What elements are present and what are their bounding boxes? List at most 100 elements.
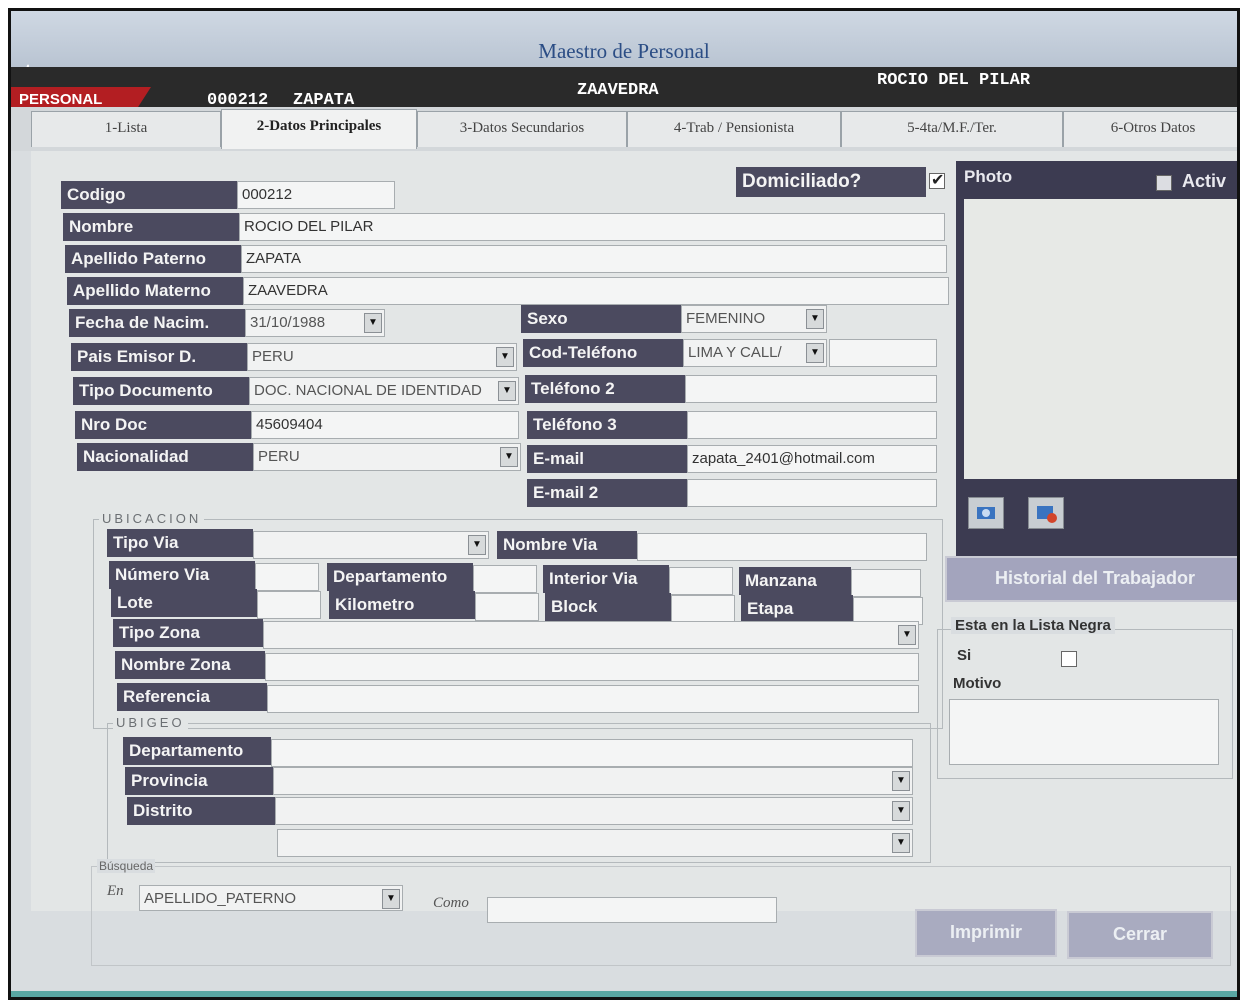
image-delete-icon[interactable]: [1028, 497, 1064, 529]
busqueda-como-input[interactable]: [487, 897, 777, 923]
tipo-via-select[interactable]: ▼: [253, 531, 489, 559]
cod-telefono-label: Cod-Teléfono: [523, 339, 683, 367]
apellido-materno-label: Apellido Materno: [67, 277, 243, 305]
apellido-paterno-input[interactable]: ZAPATA: [241, 245, 947, 273]
chevron-down-icon[interactable]: ▼: [806, 309, 824, 329]
tab-trab-pensionista[interactable]: 4-Trab / Pensionista: [627, 111, 841, 147]
referencia-input[interactable]: [267, 685, 919, 713]
nacionalidad-value: PERU: [258, 448, 300, 465]
ubicacion-title: UBICACION: [99, 511, 205, 526]
imprimir-button[interactable]: Imprimir: [915, 909, 1057, 957]
busqueda-como-label: Como: [433, 895, 469, 911]
chevron-down-icon[interactable]: ▼: [382, 889, 400, 909]
ubigeo-departamento-label: Departamento: [123, 737, 271, 765]
employee-header: PERSONAL 000212 ZAPATA ZAAVEDRA ROCIO DE…: [11, 67, 1237, 113]
motivo-label: Motivo: [953, 675, 1002, 692]
historial-trabajador-button[interactable]: Historial del Trabajador: [945, 556, 1237, 602]
telefono2-input[interactable]: [685, 375, 937, 403]
apellido-paterno-label: Apellido Paterno: [65, 245, 241, 273]
chevron-down-icon[interactable]: ▼: [892, 801, 910, 821]
apellido-materno-input[interactable]: ZAAVEDRA: [243, 277, 949, 305]
pais-emisor-label: Pais Emisor D.: [71, 343, 247, 371]
ubigeo-extra-select[interactable]: ▼: [277, 829, 913, 857]
sexo-label: Sexo: [521, 305, 681, 333]
referencia-label: Referencia: [117, 683, 267, 711]
email2-input[interactable]: [687, 479, 937, 507]
manzana-input[interactable]: [851, 569, 921, 597]
fecha-nacim-picker[interactable]: 31/10/1988 ▼: [245, 309, 385, 337]
chevron-down-icon[interactable]: ▼: [364, 313, 382, 333]
chevron-down-icon[interactable]: ▼: [468, 535, 486, 555]
nacionalidad-select[interactable]: PERU ▼: [253, 443, 521, 471]
telefono3-input[interactable]: [687, 411, 937, 439]
si-label: Si: [957, 647, 972, 664]
tipo-documento-value: DOC. NACIONAL DE IDENTIDAD: [254, 382, 482, 399]
header-nombres: ROCIO DEL PILAR: [877, 71, 1031, 90]
telefono-input[interactable]: [829, 339, 937, 367]
tab-lista[interactable]: 1-Lista: [31, 111, 221, 147]
distrito-select[interactable]: ▼: [275, 797, 913, 825]
chevron-down-icon[interactable]: ▼: [806, 343, 824, 363]
lista-negra-title: Esta en la Lista Negra: [951, 617, 1115, 634]
email2-label: E-mail 2: [527, 479, 687, 507]
tab-datos-principales[interactable]: 2-Datos Principales: [221, 109, 417, 149]
domiciliado-checkbox[interactable]: ✔: [929, 172, 945, 189]
camera-icon[interactable]: [968, 497, 1004, 529]
chevron-down-icon[interactable]: ▼: [898, 625, 916, 645]
tipo-documento-label: Tipo Documento: [73, 377, 249, 405]
block-input[interactable]: [671, 595, 735, 623]
busqueda-en-value: APELLIDO_PATERNO: [144, 890, 296, 907]
nombre-via-input[interactable]: [637, 533, 927, 561]
motivo-textarea[interactable]: [949, 699, 1219, 765]
tipo-zona-select[interactable]: ▼: [263, 621, 919, 649]
tab-otros-datos[interactable]: 6-Otros Datos: [1063, 111, 1237, 147]
lista-negra-checkbox[interactable]: [1061, 651, 1077, 667]
title-bar: ct Maestro de Personal: [11, 11, 1237, 81]
telefono3-label: Teléfono 3: [527, 411, 687, 439]
tab-4ta-mf-ter[interactable]: 5-4ta/M.F./Ter.: [841, 111, 1063, 147]
departamento-via-label: Departamento: [327, 563, 473, 591]
tipo-documento-select[interactable]: DOC. NACIONAL DE IDENTIDAD ▼: [249, 377, 519, 405]
nro-doc-input[interactable]: 45609404: [251, 411, 519, 439]
email-input[interactable]: zapata_2401@hotmail.com: [687, 445, 937, 473]
busqueda-en-select[interactable]: APELLIDO_PATERNO ▼: [139, 885, 403, 911]
kilometro-input[interactable]: [475, 593, 539, 621]
sexo-value: FEMENINO: [686, 310, 766, 327]
codigo-input[interactable]: 000212: [237, 181, 395, 209]
interior-via-input[interactable]: [669, 567, 733, 595]
chevron-down-icon[interactable]: ▼: [892, 833, 910, 853]
photo-panel: Photo Activ: [956, 161, 1237, 556]
ubigeo-departamento-input[interactable]: [271, 739, 913, 767]
busqueda-en-label: En: [107, 883, 124, 899]
provincia-label: Provincia: [125, 767, 273, 795]
sexo-select[interactable]: FEMENINO ▼: [681, 305, 827, 333]
chevron-down-icon[interactable]: ▼: [496, 347, 514, 367]
tab-datos-secundarios[interactable]: 3-Datos Secundarios: [417, 111, 627, 147]
chevron-down-icon[interactable]: ▼: [498, 381, 516, 401]
chevron-down-icon[interactable]: ▼: [892, 771, 910, 791]
application-window: ct Maestro de Personal PERSONAL 000212 Z…: [8, 8, 1240, 1000]
numero-via-input[interactable]: [255, 563, 319, 591]
photo-label: Photo: [964, 167, 1013, 186]
activo-label: Activ: [1182, 171, 1227, 191]
cerrar-button[interactable]: Cerrar: [1067, 911, 1213, 959]
photo-area[interactable]: [964, 199, 1237, 479]
nacionalidad-label: Nacionalidad: [77, 443, 253, 471]
activo-checkbox[interactable]: [1156, 175, 1172, 191]
nombre-input[interactable]: ROCIO DEL PILAR: [239, 213, 945, 241]
email-label: E-mail: [527, 445, 687, 473]
departamento-via-input[interactable]: [473, 565, 537, 593]
chevron-down-icon[interactable]: ▼: [500, 447, 518, 467]
manzana-label: Manzana: [739, 567, 851, 595]
etapa-label: Etapa: [741, 595, 853, 623]
lote-input[interactable]: [257, 591, 321, 619]
fecha-nacim-value: 31/10/1988: [250, 314, 326, 331]
nombre-zona-input[interactable]: [265, 653, 919, 681]
provincia-select[interactable]: ▼: [273, 767, 913, 795]
codigo-label: Codigo: [61, 181, 237, 209]
nombre-via-label: Nombre Via: [497, 531, 637, 559]
cod-telefono-select[interactable]: LIMA Y CALL/ ▼: [683, 339, 827, 367]
tipo-via-label: Tipo Via: [107, 529, 253, 557]
ubigeo-title: UBIGEO: [113, 715, 188, 730]
pais-emisor-select[interactable]: PERU ▼: [247, 343, 517, 371]
